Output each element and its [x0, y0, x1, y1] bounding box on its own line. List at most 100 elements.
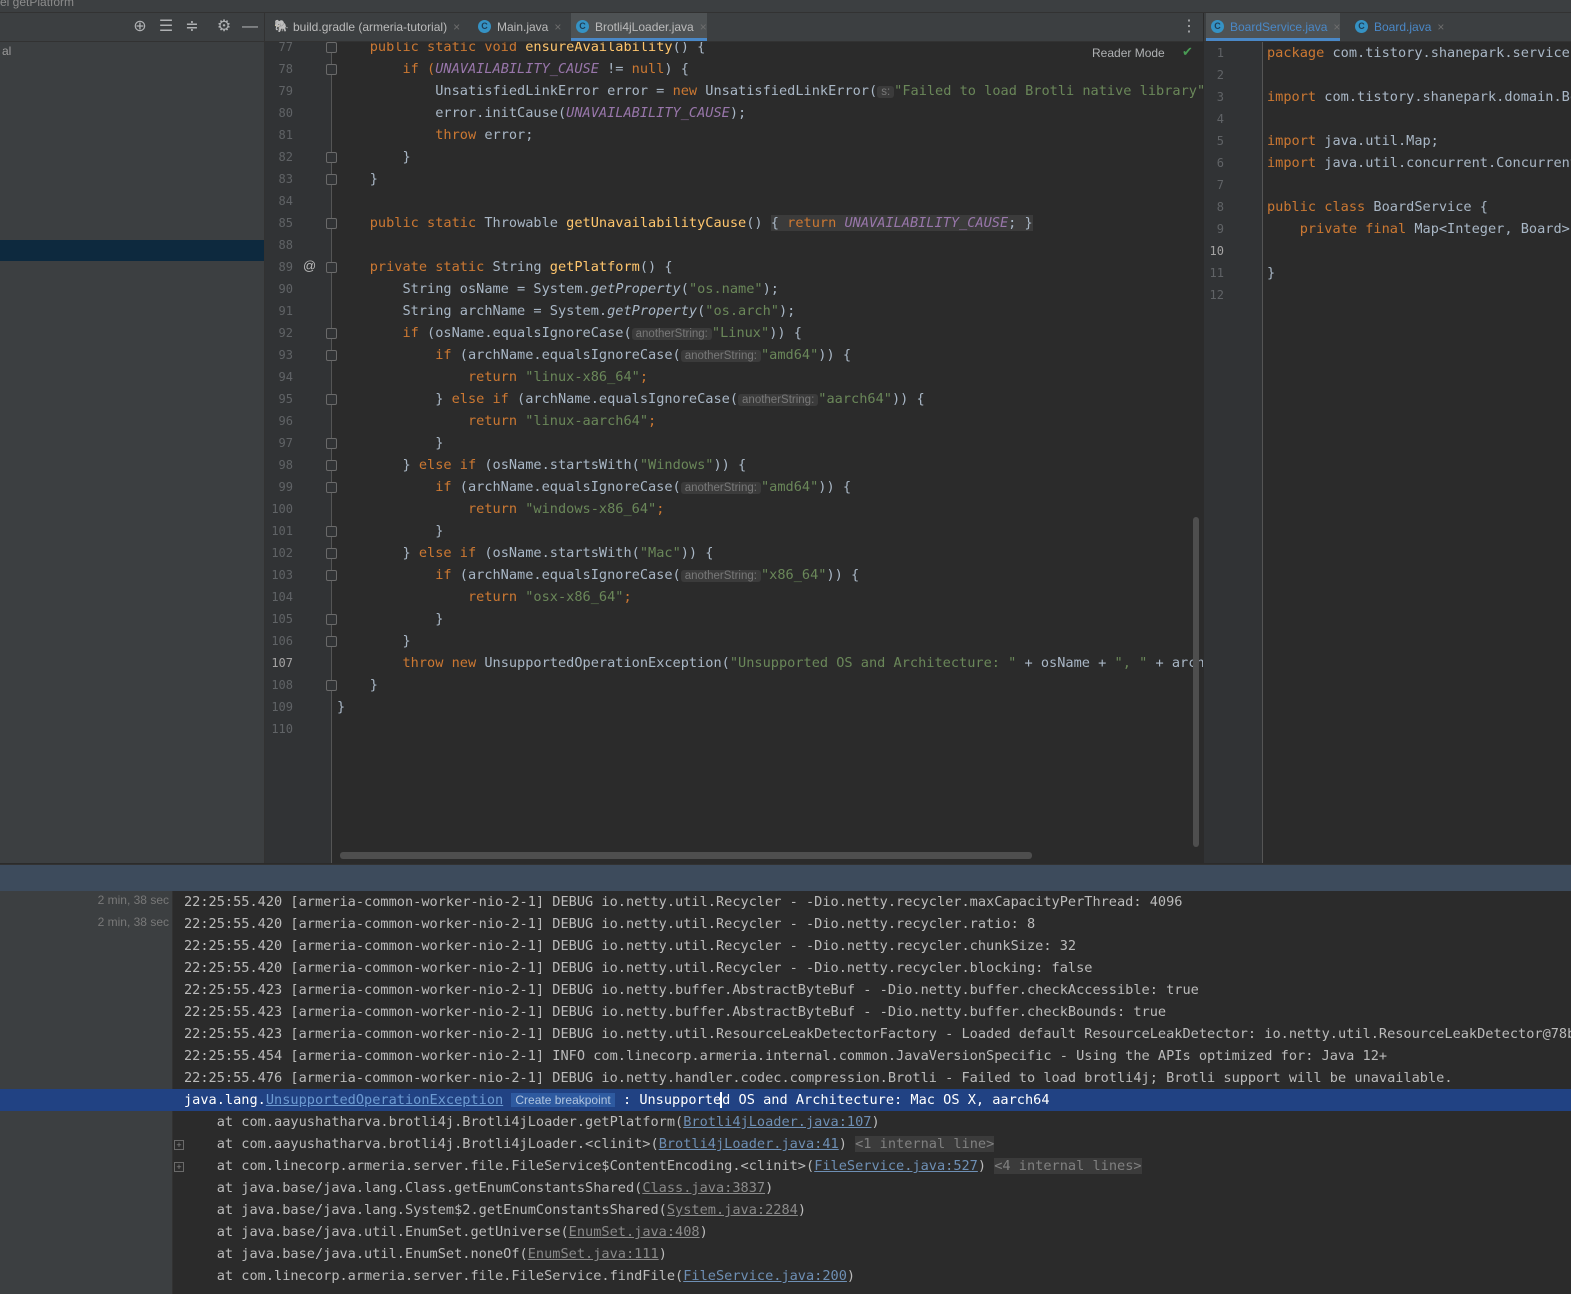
fold-icon[interactable]: [326, 526, 337, 537]
gradle-file-icon: 🐘: [274, 19, 289, 33]
editor-gutter-right[interactable]: 1 2 3 4 5 6 7 8 9 10 11 12: [1204, 42, 1263, 863]
expand-all-icon[interactable]: ☰: [156, 17, 176, 37]
fold-icon[interactable]: [326, 460, 337, 471]
fold-icon[interactable]: [326, 328, 337, 339]
line-number: 11: [1209, 266, 1224, 280]
fold-icon[interactable]: [326, 64, 337, 75]
line-number: 101: [271, 524, 293, 538]
line-number-current: 10: [1209, 244, 1224, 258]
code-line: }: [337, 633, 411, 649]
close-icon[interactable]: ×: [554, 20, 561, 34]
line-number: 96: [278, 414, 293, 428]
fold-icon[interactable]: [326, 548, 337, 559]
expand-icon[interactable]: +: [174, 1140, 184, 1150]
vertical-scrollbar[interactable]: [1193, 517, 1199, 847]
code-line: error.initCause(UNAVAILABILITY_CAUSE);: [337, 105, 747, 121]
code-line: }: [337, 149, 411, 165]
fold-icon[interactable]: [326, 262, 337, 273]
fold-icon[interactable]: [326, 152, 337, 163]
fold-icon[interactable]: [326, 636, 337, 647]
horizontal-scrollbar[interactable]: [340, 852, 1032, 859]
exception-class-link[interactable]: UnsupportedOperationException: [266, 1092, 503, 1108]
line-number: 108: [271, 678, 293, 692]
close-icon[interactable]: ×: [1333, 20, 1340, 34]
line-number: 3: [1216, 90, 1224, 104]
internal-lines-fold[interactable]: <1 internal line>: [855, 1136, 995, 1152]
line-number: 103: [271, 568, 293, 582]
project-tree-selected-row[interactable]: [0, 240, 264, 261]
tab-label: Board.java: [1374, 20, 1432, 34]
more-options-icon[interactable]: ⋮: [1181, 13, 1197, 41]
line-number: 91: [278, 304, 293, 318]
fold-icon[interactable]: [326, 218, 337, 229]
code-line: } else if (osName.startsWith("Mac")) {: [337, 545, 714, 561]
source-link[interactable]: Brotli4jLoader.java:41: [659, 1136, 839, 1152]
line-number: 12: [1209, 288, 1224, 302]
close-icon[interactable]: ×: [700, 20, 707, 34]
source-link[interactable]: Brotli4jLoader.java:107: [683, 1114, 871, 1130]
line-number: 102: [271, 546, 293, 560]
editor-gutter[interactable]: 77 78 79 80 81 82 83 84 85 88 89 90 91 9…: [265, 42, 337, 863]
tab-label: Brotli4jLoader.java: [595, 20, 694, 34]
code-line: if (osName.equalsIgnoreCase(anotherStrin…: [337, 325, 802, 341]
create-breakpoint-button[interactable]: Create breakpoint: [511, 1093, 615, 1107]
code-line: return "osx-x86_64";: [337, 589, 632, 605]
tab-boardservice-java[interactable]: C BoardService.java ×: [1206, 13, 1341, 41]
gear-icon[interactable]: ⚙: [214, 17, 234, 37]
source-link[interactable]: EnumSet.java:111: [528, 1246, 659, 1262]
fold-icon[interactable]: [326, 350, 337, 361]
tab-board-java[interactable]: C Board.java ×: [1350, 13, 1444, 41]
line-number: 93: [278, 348, 293, 362]
fold-icon[interactable]: [326, 438, 337, 449]
code-editor-right[interactable]: 1 2 3 4 5 6 7 8 9 10 11 12 package com.t…: [1204, 42, 1571, 863]
run-console-panel: 2 min, 38 sec 2 min, 38 sec + + 22:25:55…: [0, 891, 1571, 1294]
close-icon[interactable]: ×: [1437, 20, 1444, 34]
breadcrumb[interactable]: el getPlatform: [0, 0, 74, 9]
line-number: 7: [1216, 178, 1224, 192]
line-number: 89: [278, 260, 293, 274]
fold-icon[interactable]: [326, 680, 337, 691]
fold-icon[interactable]: [326, 614, 337, 625]
fold-icon[interactable]: [326, 394, 337, 405]
line-number: 5: [1216, 134, 1224, 148]
line-number: 81: [278, 128, 293, 142]
locate-icon[interactable]: ⊕: [130, 17, 150, 37]
source-link[interactable]: FileService.java:200: [683, 1268, 847, 1284]
close-icon[interactable]: ×: [453, 20, 460, 34]
fold-icon[interactable]: [326, 482, 337, 493]
code-line: if (UNAVAILABILITY_CAUSE != null) {: [337, 61, 689, 77]
code-line: import java.util.Map;: [1267, 133, 1439, 149]
fold-icon[interactable]: [326, 174, 337, 185]
internal-lines-fold[interactable]: <4 internal lines>: [994, 1158, 1142, 1174]
fold-icon[interactable]: [326, 570, 337, 581]
code-editor[interactable]: 77 78 79 80 81 82 83 84 85 88 89 90 91 9…: [265, 42, 1203, 863]
elapsed-time[interactable]: 2 min, 38 sec: [98, 911, 169, 933]
exception-line[interactable]: java.lang.UnsupportedOperationException …: [0, 1089, 1571, 1111]
parameter-hint: anotherString:: [738, 394, 819, 406]
collapse-all-icon[interactable]: ≑: [182, 17, 202, 37]
source-link[interactable]: EnumSet.java:408: [569, 1224, 700, 1240]
tab-brotli4jloader-java[interactable]: C Brotli4jLoader.java ×: [571, 13, 707, 41]
tab-main-java[interactable]: C Main.java ×: [473, 13, 561, 41]
source-link[interactable]: Class.java:3837: [642, 1180, 765, 1196]
source-link[interactable]: FileService.java:527: [814, 1158, 978, 1174]
code-line: String archName = System.getProperty("os…: [337, 303, 796, 319]
stack-frame: at java.base/java.util.EnumSet.getUniver…: [184, 1224, 708, 1240]
parameter-hint: anotherString:: [680, 482, 761, 494]
tab-build-gradle[interactable]: 🐘 build.gradle (armeria-tutorial) ×: [269, 13, 460, 41]
check-icon[interactable]: ✔: [1182, 44, 1193, 60]
elapsed-time[interactable]: 2 min, 38 sec: [98, 891, 169, 911]
source-link[interactable]: System.java:2284: [667, 1202, 798, 1218]
log-line: 22:25:55.420 [armeria-common-worker-nio-…: [184, 938, 1077, 954]
code-line: }: [337, 435, 444, 451]
expand-icon[interactable]: +: [174, 1162, 184, 1172]
hide-icon[interactable]: —: [240, 17, 260, 37]
project-tree-label[interactable]: al: [2, 44, 11, 58]
code-line: import java.util.concurrent.Concurrent: [1267, 155, 1571, 171]
override-marker-icon[interactable]: @: [303, 258, 316, 274]
reader-mode-button[interactable]: Reader Mode: [1092, 46, 1165, 60]
code-line: public static void ensureAvailability() …: [337, 42, 706, 55]
line-number: 77: [278, 42, 293, 54]
code-line: public static Throwable getUnavailabilit…: [337, 215, 1033, 231]
fold-icon[interactable]: [326, 42, 337, 53]
